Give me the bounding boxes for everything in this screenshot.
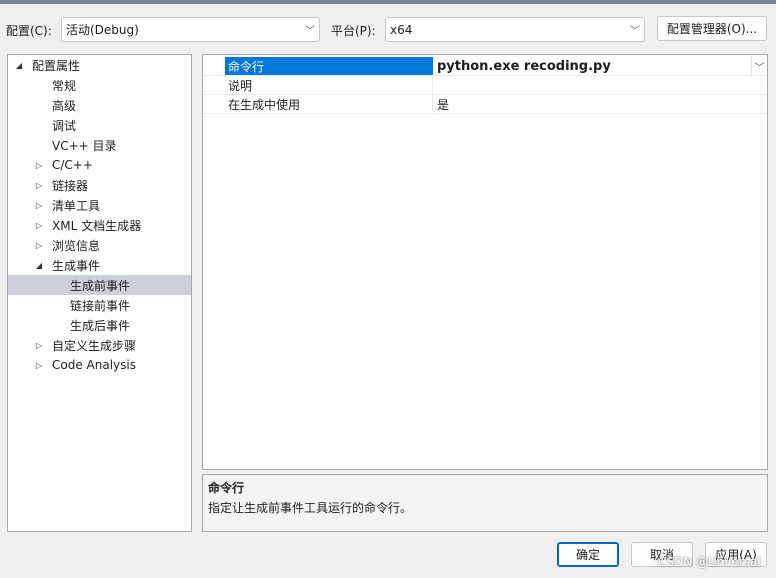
config-label: 配置(C): [6, 24, 52, 38]
tree-item-label: VC++ 目录 [52, 138, 117, 153]
config-manager-button[interactable]: 配置管理器(O)... [657, 16, 767, 41]
property-row-description[interactable]: 说明 [203, 76, 767, 95]
tree-item-label: 配置属性 [32, 58, 81, 73]
tree-item-label: 生成事件 [52, 258, 101, 273]
tree-item-label: 浏览信息 [52, 238, 101, 253]
tree-item-build-events[interactable]: ◢ 生成事件 [8, 255, 191, 275]
property-tree[interactable]: ◢ 配置属性 常规 高级 调试 VC++ 目录 ▷ C/C++ ▷ 链接器 ▷ … [7, 54, 192, 532]
property-value-input[interactable] [433, 76, 767, 94]
tree-item-c-cpp[interactable]: ▷ C/C++ [8, 155, 191, 175]
tree-item-general[interactable]: 常规 [8, 75, 191, 95]
description-text: 指定让生成前事件工具运行的命令行。 [208, 501, 413, 515]
tree-item-post-build-event[interactable]: 生成后事件 [8, 315, 191, 335]
platform-dropdown-value: x64 [390, 22, 413, 37]
chevron-down-icon[interactable]: ﹀ [751, 57, 767, 75]
description-panel: 命令行 指定让生成前事件工具运行的命令行。 [202, 474, 768, 532]
expand-arrow-icon[interactable]: ▷ [34, 241, 44, 250]
window-top-border [0, 0, 776, 4]
platform-label: 平台(P): [331, 24, 376, 38]
config-dropdown[interactable]: 活动(Debug) ﹀ [61, 17, 320, 42]
property-row-use-in-build[interactable]: 在生成中使用 是 [203, 95, 767, 114]
description-title: 命令行 [208, 481, 245, 495]
tree-item-label: 清单工具 [52, 198, 101, 213]
property-name[interactable]: 命令行 [225, 57, 433, 75]
tree-item-advanced[interactable]: 高级 [8, 95, 191, 115]
chevron-down-icon: ﹀ [305, 26, 315, 37]
tree-item-code-analysis[interactable]: ▷ Code Analysis [8, 355, 191, 375]
expand-arrow-icon[interactable]: ▷ [34, 181, 44, 190]
tree-item-vc-directories[interactable]: VC++ 目录 [8, 135, 191, 155]
property-grid[interactable]: 命令行 python.exe recoding.py ﹀ 说明 在生成中使用 是 [202, 54, 768, 470]
tree-item-label: 生成后事件 [70, 318, 131, 333]
expand-arrow-icon[interactable]: ▷ [34, 161, 44, 170]
collapse-arrow-icon[interactable]: ◢ [34, 261, 44, 270]
property-value-input[interactable]: python.exe recoding.py [433, 57, 751, 75]
tree-item-label: 高级 [52, 98, 77, 113]
tree-item-label: C/C++ [52, 158, 93, 172]
platform-dropdown[interactable]: x64 ﹀ [385, 17, 645, 42]
tree-item-custom-build-step[interactable]: ▷ 自定义生成步骤 [8, 335, 191, 355]
expand-arrow-icon[interactable]: ▷ [34, 201, 44, 210]
tree-item-label: 链接器 [52, 178, 89, 193]
watermark: CSDN @Unversal [658, 555, 761, 569]
tree-item-label: 自定义生成步骤 [52, 338, 137, 353]
tree-item-label: 调试 [52, 118, 77, 133]
property-name[interactable]: 在生成中使用 [225, 95, 433, 113]
property-row-command-line[interactable]: 命令行 python.exe recoding.py ﹀ [203, 57, 767, 76]
collapse-arrow-icon[interactable]: ◢ [14, 61, 24, 70]
expand-arrow-icon[interactable]: ▷ [34, 341, 44, 350]
config-dropdown-value: 活动(Debug) [66, 23, 139, 37]
tree-item-linker[interactable]: ▷ 链接器 [8, 175, 191, 195]
tree-item-debugging[interactable]: 调试 [8, 115, 191, 135]
expand-arrow-icon[interactable]: ▷ [34, 221, 44, 230]
property-name[interactable]: 说明 [225, 76, 433, 94]
tree-item-label: 常规 [52, 78, 77, 93]
ok-button[interactable]: 确定 [557, 542, 619, 567]
tree-item-xml-doc-generator[interactable]: ▷ XML 文档生成器 [8, 215, 191, 235]
tree-item-label: 生成前事件 [70, 278, 131, 293]
chevron-down-icon: ﹀ [630, 26, 640, 37]
tree-item-manifest-tool[interactable]: ▷ 清单工具 [8, 195, 191, 215]
tree-item-label: Code Analysis [52, 358, 136, 372]
tree-item-config-properties[interactable]: ◢ 配置属性 [8, 55, 191, 75]
tree-item-label: 链接前事件 [70, 298, 131, 313]
property-value-input[interactable]: 是 [433, 95, 767, 113]
tree-item-pre-link-event[interactable]: 链接前事件 [8, 295, 191, 315]
tree-item-label: XML 文档生成器 [52, 218, 142, 233]
expand-arrow-icon[interactable]: ▷ [34, 361, 44, 370]
tree-item-pre-build-event[interactable]: 生成前事件 [8, 275, 191, 295]
tree-item-browse-info[interactable]: ▷ 浏览信息 [8, 235, 191, 255]
